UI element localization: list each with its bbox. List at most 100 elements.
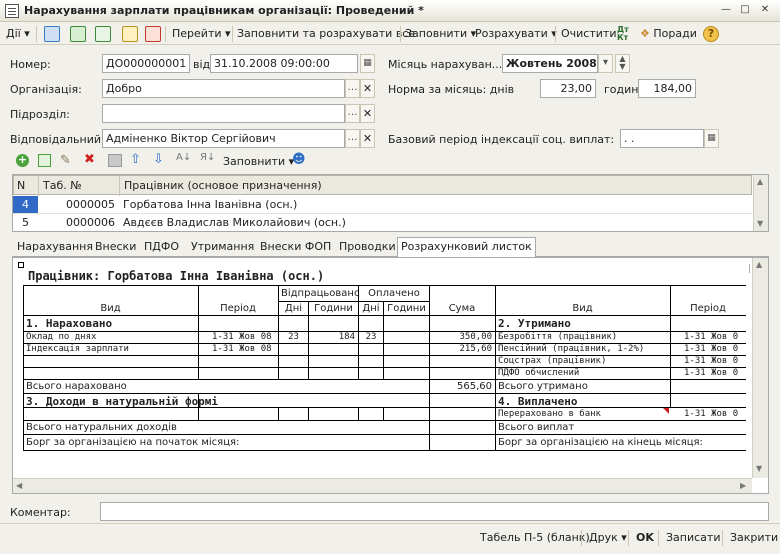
- tab-pdfo[interactable]: ПДФО: [141, 238, 182, 257]
- total-paid-label: Всього виплат: [498, 422, 575, 433]
- norm-hours-field[interactable]: 184,00: [638, 79, 696, 98]
- scroll-up-icon[interactable]: ▲: [756, 260, 762, 269]
- fill-calc-all-button[interactable]: Заповнити та розрахувати все: [237, 26, 415, 42]
- accrual-name: Оклад по днях: [26, 332, 97, 342]
- end-edit-icon[interactable]: [108, 154, 122, 167]
- delete-row-icon[interactable]: ✖: [84, 152, 95, 167]
- accrual-hours-worked: 184: [338, 332, 355, 342]
- select-employees-icon[interactable]: ☻: [292, 152, 306, 167]
- toolbar-separator: [555, 26, 556, 42]
- edit-row-icon[interactable]: ✎: [60, 153, 71, 168]
- clear-button[interactable]: Очистити: [561, 26, 616, 42]
- month-field[interactable]: Жовтень 2008: [502, 54, 598, 73]
- employees-table: N Таб. № Працівник (основое призначення)…: [12, 174, 769, 232]
- actions-label: Дії: [6, 27, 21, 40]
- month-spinner-icon[interactable]: ▲ ▼: [615, 54, 630, 73]
- calendar-icon[interactable]: ▦: [704, 129, 719, 148]
- col-header-n: N: [17, 179, 26, 192]
- add-row-icon[interactable]: +: [16, 154, 29, 167]
- comment-field[interactable]: [100, 502, 769, 521]
- help-icon[interactable]: ?: [703, 26, 719, 42]
- grid-line: [383, 407, 384, 420]
- clear-x-icon[interactable]: ✕: [360, 104, 375, 123]
- select-ellipsis-icon[interactable]: …: [345, 129, 360, 148]
- table-fill-menu[interactable]: Заповнити ▾: [223, 155, 294, 168]
- sheet-horizontal-scrollbar[interactable]: ◀ ▶: [13, 478, 752, 493]
- paid-name: Перераховано в банк: [498, 409, 601, 419]
- clear-x-icon[interactable]: ✕: [360, 129, 375, 148]
- scroll-right-icon[interactable]: ▶: [740, 481, 746, 490]
- scroll-up-icon[interactable]: ▲: [757, 177, 763, 186]
- unpost-doc-icon[interactable]: [145, 26, 161, 42]
- col-period-left: Період: [220, 303, 256, 314]
- scroll-down-icon[interactable]: ▼: [757, 219, 763, 228]
- copy-doc-icon[interactable]: [95, 26, 111, 42]
- refresh-icon[interactable]: [70, 26, 86, 42]
- actions-menu[interactable]: Дії ▾: [6, 26, 30, 42]
- deduction-period: 1-31 Жов 0: [684, 368, 739, 378]
- sort-asc-icon[interactable]: A↓: [176, 152, 191, 163]
- section-paid: 4. Виплачено: [498, 396, 578, 407]
- clear-x-icon[interactable]: ✕: [360, 79, 375, 98]
- table-row[interactable]: 5 0000006 Авдєєв Владислав Миколайович (…: [13, 214, 752, 231]
- tips-icon: ❖: [640, 27, 650, 40]
- employees-scrollbar[interactable]: ▲ ▼: [753, 175, 768, 231]
- number-field[interactable]: ДО000000001: [102, 54, 190, 73]
- sort-desc-icon[interactable]: Я↓: [200, 152, 215, 163]
- date-field[interactable]: 31.10.2008 09:00:00: [210, 54, 358, 73]
- ok-button[interactable]: OK: [636, 530, 654, 546]
- debt-end-label: Борг за організацією на кінець місяця:: [498, 437, 703, 448]
- move-down-icon[interactable]: ⇩: [153, 152, 164, 167]
- accrual-period: 1-31 Жов 08: [212, 332, 272, 342]
- col-hours-paid: Години: [387, 303, 426, 314]
- grid-line: [308, 407, 309, 420]
- norm-days-field[interactable]: 23,00: [540, 79, 596, 98]
- base-period-field[interactable]: . .: [620, 129, 704, 148]
- tips-button[interactable]: ❖ Поради: [640, 26, 697, 42]
- scroll-down-icon[interactable]: ▼: [756, 464, 762, 473]
- post-and-close-icon[interactable]: [44, 26, 60, 42]
- move-up-icon[interactable]: ⇧: [130, 152, 141, 167]
- debt-start-label: Борг за організацією на початок місяця:: [26, 437, 240, 448]
- tab-accruals[interactable]: Нарахування: [14, 238, 96, 257]
- section-natural: 3. Доходи в натуральній формі: [26, 396, 219, 407]
- deduction-name: Безробіття (працівник): [498, 332, 618, 342]
- close-button[interactable]: Закрити: [730, 530, 778, 546]
- select-ellipsis-icon[interactable]: …: [345, 104, 360, 123]
- goto-menu[interactable]: Перейти ▾: [172, 26, 231, 42]
- copy-row-icon[interactable]: [38, 154, 51, 167]
- organization-field[interactable]: Добро: [102, 79, 345, 98]
- tabel-button[interactable]: Табель П-5 (бланк): [480, 530, 590, 546]
- post-doc-icon[interactable]: [122, 26, 138, 42]
- responsible-field[interactable]: Адміненко Віктор Сергійович: [102, 129, 345, 148]
- fill-menu[interactable]: Заповнити ▾: [405, 26, 476, 42]
- grid-line: [198, 285, 199, 379]
- tab-deductions[interactable]: Утримання: [188, 238, 257, 257]
- maximize-icon[interactable]: □: [737, 3, 753, 18]
- tab-contributions[interactable]: Внески: [92, 238, 139, 257]
- accrual-days-paid: 23: [365, 332, 377, 342]
- scroll-left-icon[interactable]: ◀: [16, 481, 22, 490]
- minimize-icon[interactable]: —: [718, 3, 734, 18]
- print-menu[interactable]: Друк ▾: [589, 530, 627, 546]
- total-natural-label: Всього натуральних доходів: [26, 422, 177, 433]
- bottom-divider: [0, 523, 780, 524]
- division-field[interactable]: [102, 104, 345, 123]
- tab-fop-contributions[interactable]: Внески ФОП: [257, 238, 334, 257]
- row-employee-name: Авдєєв Владислав Миколайович (осн.): [123, 216, 346, 229]
- total-accrued-value: 565,60: [457, 381, 492, 392]
- goto-label: Перейти: [172, 27, 222, 40]
- save-button[interactable]: Записати: [666, 530, 720, 546]
- sheet-vertical-scrollbar[interactable]: ▲ ▼: [752, 258, 768, 478]
- calculate-menu[interactable]: Розрахувати ▾: [475, 26, 557, 42]
- month-label: Місяць нарахуван...: [388, 58, 503, 71]
- grid-line: [23, 367, 495, 368]
- tab-postings[interactable]: Проводки: [336, 238, 399, 257]
- chevron-down-icon[interactable]: ▾: [598, 54, 613, 73]
- calendar-icon[interactable]: ▦: [360, 54, 375, 73]
- table-row[interactable]: 4 0000005 Горбатова Інна Іванівна (осн.): [13, 196, 752, 214]
- dt-kt-icon[interactable]: Дт Кт: [617, 26, 629, 42]
- select-ellipsis-icon[interactable]: …: [345, 79, 360, 98]
- tab-payslip[interactable]: Розрахунковий листок: [397, 237, 536, 257]
- close-window-icon[interactable]: ✕: [757, 3, 773, 18]
